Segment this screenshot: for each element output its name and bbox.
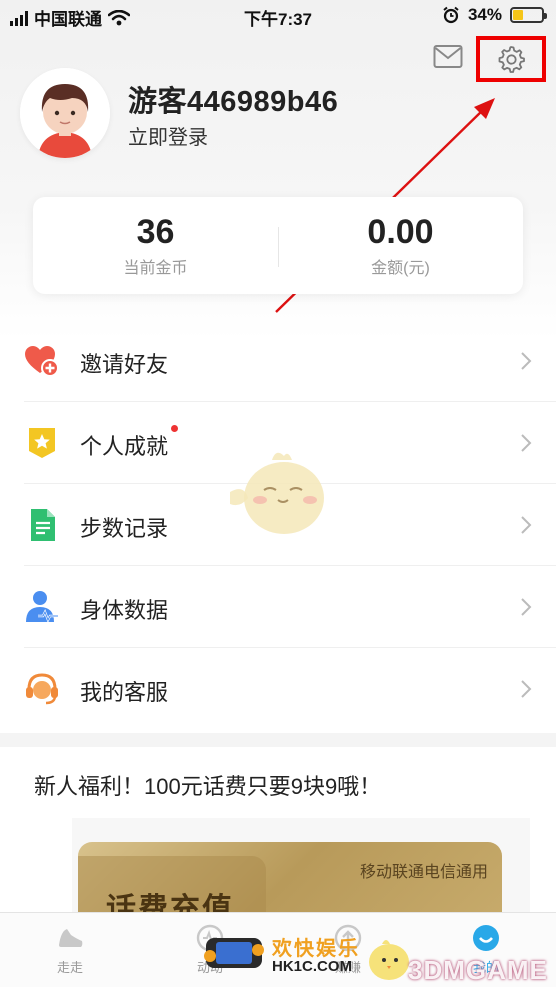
achievement-text: 个人成就 [80, 434, 169, 459]
menu-item-body-data[interactable]: 身体数据 [24, 566, 556, 648]
tab-walk[interactable]: 走走 [30, 923, 110, 976]
chevron-right-icon [521, 680, 532, 698]
amount-label: 金额(元) [371, 260, 430, 277]
amount-stat[interactable]: 0.00 金额(元) [278, 213, 523, 278]
watermark-site-url: HK1C.COM [272, 958, 353, 975]
chevron-right-icon [521, 352, 532, 370]
document-icon [31, 509, 55, 541]
coins-label: 当前金币 [123, 260, 188, 277]
menu-label-achievement: 个人成就 [80, 425, 179, 461]
menu-item-service[interactable]: 我的客服 [24, 648, 556, 730]
section-separator [0, 733, 556, 747]
amount-value: 0.00 [367, 213, 434, 251]
promo-title: 新人福利！100元话费只要9块9哦！ [34, 774, 382, 799]
person-pulse-icon [26, 591, 58, 623]
headset-icon [26, 673, 58, 705]
menu-label-invite: 邀请好友 [80, 352, 169, 377]
watermark-brand: 3DMGAME [408, 955, 548, 985]
menu-label-service: 我的客服 [80, 680, 169, 705]
shoe-icon [59, 929, 83, 947]
chevron-right-icon [521, 598, 532, 616]
menu-item-achievement[interactable]: 个人成就 [24, 402, 556, 484]
menu-label-body-data: 身体数据 [80, 598, 169, 623]
username: 游客446989b46 [128, 86, 339, 118]
login-link[interactable]: 立即登录 [128, 121, 208, 150]
notification-dot [171, 425, 179, 432]
tab-label-walk: 走走 [56, 960, 83, 975]
heart-plus-icon [25, 346, 59, 377]
coins-value: 36 [136, 213, 175, 251]
tab-label-move: 动动 [196, 960, 223, 975]
menu-list: 邀请好友 个人成就 步数记录 身体数据 我的客服 [0, 320, 556, 730]
avatar[interactable] [20, 68, 110, 158]
chevron-right-icon [521, 434, 532, 452]
activity-icon [196, 924, 224, 952]
coins-stat[interactable]: 36 当前金币 [33, 213, 278, 278]
tab-move[interactable]: 动动 [170, 923, 250, 976]
menu-item-invite[interactable]: 邀请好友 [24, 320, 556, 402]
watermark-site-name: 欢快娱乐 [272, 938, 360, 960]
profile-icon [473, 925, 499, 951]
star-badge-icon [29, 428, 55, 458]
stats-card: 36 当前金币 0.00 金额(元) [33, 197, 523, 294]
avatar-illustration [20, 68, 110, 158]
chevron-right-icon [521, 516, 532, 534]
menu-item-steps[interactable]: 步数记录 [24, 484, 556, 566]
card-carrier: 移动联通电信通用 [359, 864, 488, 881]
menu-label-steps: 步数记录 [80, 516, 169, 541]
